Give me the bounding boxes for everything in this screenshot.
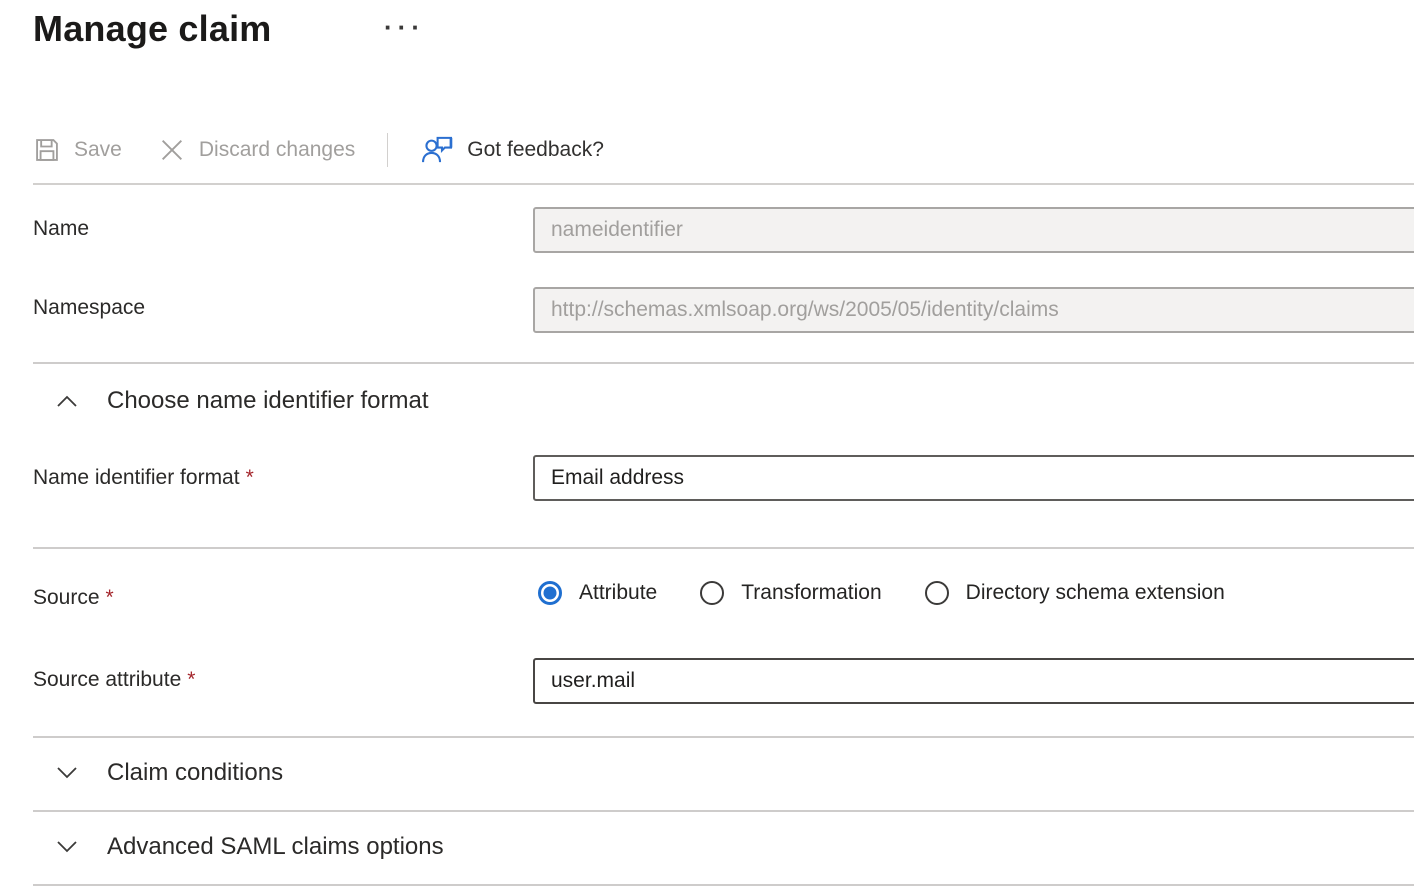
discard-changes-label: Discard changes — [199, 138, 355, 162]
radio-transformation[interactable]: Transformation — [700, 581, 881, 605]
section-divider — [33, 362, 1414, 364]
section-advanced-saml-claims-options[interactable]: Advanced SAML claims options — [56, 833, 444, 861]
required-asterisk: * — [187, 668, 195, 691]
section-divider — [33, 736, 1414, 738]
namespace-input — [533, 287, 1414, 333]
save-button[interactable]: Save — [33, 136, 122, 164]
chevron-up-icon — [56, 394, 78, 408]
manage-claim-page: Manage claim ··· Save Discard changes — [0, 0, 1414, 896]
feedback-person-icon — [420, 133, 454, 167]
save-label: Save — [74, 138, 122, 162]
radio-button-icon — [538, 581, 562, 605]
radio-button-icon — [925, 581, 949, 605]
required-asterisk: * — [106, 586, 114, 609]
save-icon — [33, 136, 61, 164]
got-feedback-label: Got feedback? — [467, 138, 604, 162]
source-label: Source* — [33, 586, 114, 610]
required-asterisk: * — [246, 466, 254, 489]
toolbar-separator — [387, 133, 388, 167]
section-choose-name-identifier-format[interactable]: Choose name identifier format — [56, 387, 429, 415]
chevron-down-icon — [56, 766, 78, 780]
section-divider — [33, 547, 1414, 549]
section-title: Choose name identifier format — [107, 387, 429, 415]
source-attribute-label: Source attribute* — [33, 668, 195, 692]
name-input — [533, 207, 1414, 253]
section-title: Claim conditions — [107, 759, 283, 787]
command-bar: Save Discard changes Got feedback? — [33, 128, 604, 172]
discard-changes-button[interactable]: Discard changes — [158, 136, 355, 164]
radio-directory-schema-extension[interactable]: Directory schema extension — [925, 581, 1225, 605]
name-identifier-format-dropdown[interactable]: Email address — [533, 455, 1414, 501]
name-identifier-format-value: Email address — [551, 466, 684, 490]
section-claim-conditions[interactable]: Claim conditions — [56, 759, 283, 787]
namespace-label: Namespace — [33, 296, 145, 320]
source-attribute-input[interactable] — [533, 658, 1414, 704]
close-icon — [158, 136, 186, 164]
section-title: Advanced SAML claims options — [107, 833, 444, 861]
name-identifier-format-label: Name identifier format* — [33, 466, 254, 490]
radio-button-icon — [700, 581, 724, 605]
section-divider — [33, 884, 1414, 886]
toolbar-divider — [33, 183, 1414, 185]
radio-attribute[interactable]: Attribute — [538, 581, 657, 605]
page-title: Manage claim — [33, 8, 272, 50]
got-feedback-button[interactable]: Got feedback? — [420, 133, 604, 167]
chevron-down-icon — [56, 840, 78, 854]
section-divider — [33, 810, 1414, 812]
name-label: Name — [33, 217, 89, 241]
source-radio-group: Attribute Transformation Directory schem… — [538, 570, 1225, 616]
more-options-ellipsis-icon[interactable]: ··· — [384, 12, 425, 43]
